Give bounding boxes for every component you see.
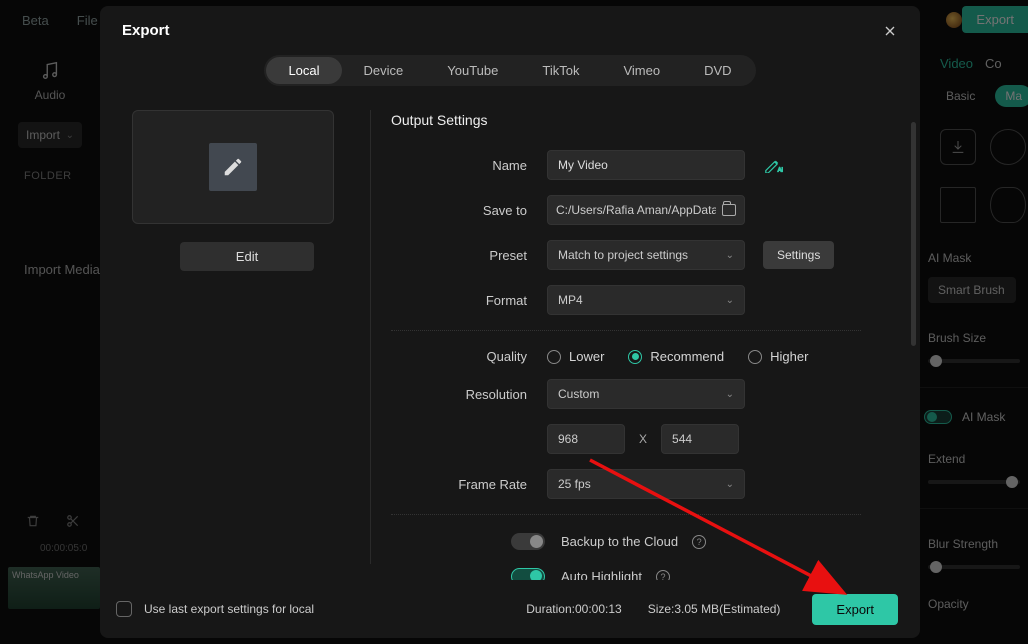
close-icon[interactable] <box>882 23 898 39</box>
format-select[interactable]: MP4 ⌄ <box>547 285 745 315</box>
chevron-down-icon: ⌄ <box>726 250 734 261</box>
settings-button[interactable]: Settings <box>763 241 834 269</box>
section-divider <box>391 330 861 331</box>
edit-button[interactable]: Edit <box>180 242 314 271</box>
framerate-select[interactable]: 25 fps ⌄ <box>547 469 745 499</box>
auto-highlight-toggle[interactable] <box>511 568 545 580</box>
chevron-down-icon: ⌄ <box>726 389 734 400</box>
preset-value: Match to project settings <box>558 248 688 262</box>
saveto-path: C:/Users/Rafia Aman/AppData <box>556 203 716 217</box>
framerate-value: 25 fps <box>558 477 591 491</box>
chevron-down-icon: ⌄ <box>726 295 734 306</box>
output-settings-heading: Output Settings <box>391 112 902 128</box>
folder-icon[interactable] <box>722 204 736 216</box>
tab-local[interactable]: Local <box>266 57 341 84</box>
dialog-footer: Use last export settings for local Durat… <box>100 580 920 638</box>
tab-dvd[interactable]: DVD <box>682 57 753 84</box>
quality-higher-radio[interactable]: Higher <box>748 349 808 364</box>
backup-cloud-label: Backup to the Cloud <box>561 534 678 549</box>
resolution-label: Resolution <box>391 387 547 402</box>
saveto-label: Save to <box>391 203 547 218</box>
use-last-settings-checkbox[interactable] <box>116 601 132 617</box>
svg-text:AI: AI <box>778 167 783 173</box>
info-icon[interactable]: ? <box>692 535 706 549</box>
tab-vimeo[interactable]: Vimeo <box>601 57 682 84</box>
quality-recommend-radio[interactable]: Recommend <box>628 349 724 364</box>
preset-label: Preset <box>391 248 547 263</box>
preset-select[interactable]: Match to project settings ⌄ <box>547 240 745 270</box>
size-info: Size:3.05 MB(Estimated) <box>648 602 781 616</box>
tab-tiktok[interactable]: TikTok <box>520 57 601 84</box>
preview-thumbnail <box>132 110 334 224</box>
name-input[interactable] <box>547 150 745 180</box>
export-dialog: Export Local Device YouTube TikTok Vimeo… <box>100 6 920 638</box>
export-tabs: Local Device YouTube TikTok Vimeo DVD <box>100 47 920 100</box>
export-button[interactable]: Export <box>812 594 898 625</box>
ai-rename-icon[interactable]: AI <box>763 157 783 173</box>
scrollbar-thumb[interactable] <box>911 122 916 346</box>
resolution-select[interactable]: Custom ⌄ <box>547 379 745 409</box>
height-input[interactable] <box>661 424 739 454</box>
resolution-value: Custom <box>558 387 599 401</box>
info-icon[interactable]: ? <box>656 570 670 581</box>
duration-info: Duration:00:00:13 <box>526 602 621 616</box>
dimension-x: X <box>639 432 647 446</box>
format-label: Format <box>391 293 547 308</box>
backup-cloud-toggle[interactable] <box>511 533 545 550</box>
quality-lower-radio[interactable]: Lower <box>547 349 604 364</box>
auto-highlight-label: Auto Highlight <box>561 569 642 580</box>
width-input[interactable] <box>547 424 625 454</box>
chevron-down-icon: ⌄ <box>726 479 734 490</box>
saveto-field[interactable]: C:/Users/Rafia Aman/AppData <box>547 195 745 225</box>
dialog-title: Export <box>122 22 170 39</box>
framerate-label: Frame Rate <box>391 477 547 492</box>
section-divider <box>391 514 861 515</box>
vertical-divider <box>370 110 371 564</box>
pencil-icon <box>209 143 257 191</box>
use-last-settings-label: Use last export settings for local <box>144 602 314 616</box>
name-label: Name <box>391 158 547 173</box>
format-value: MP4 <box>558 293 583 307</box>
tab-youtube[interactable]: YouTube <box>425 57 520 84</box>
tab-device[interactable]: Device <box>342 57 426 84</box>
quality-label: Quality <box>391 349 547 364</box>
